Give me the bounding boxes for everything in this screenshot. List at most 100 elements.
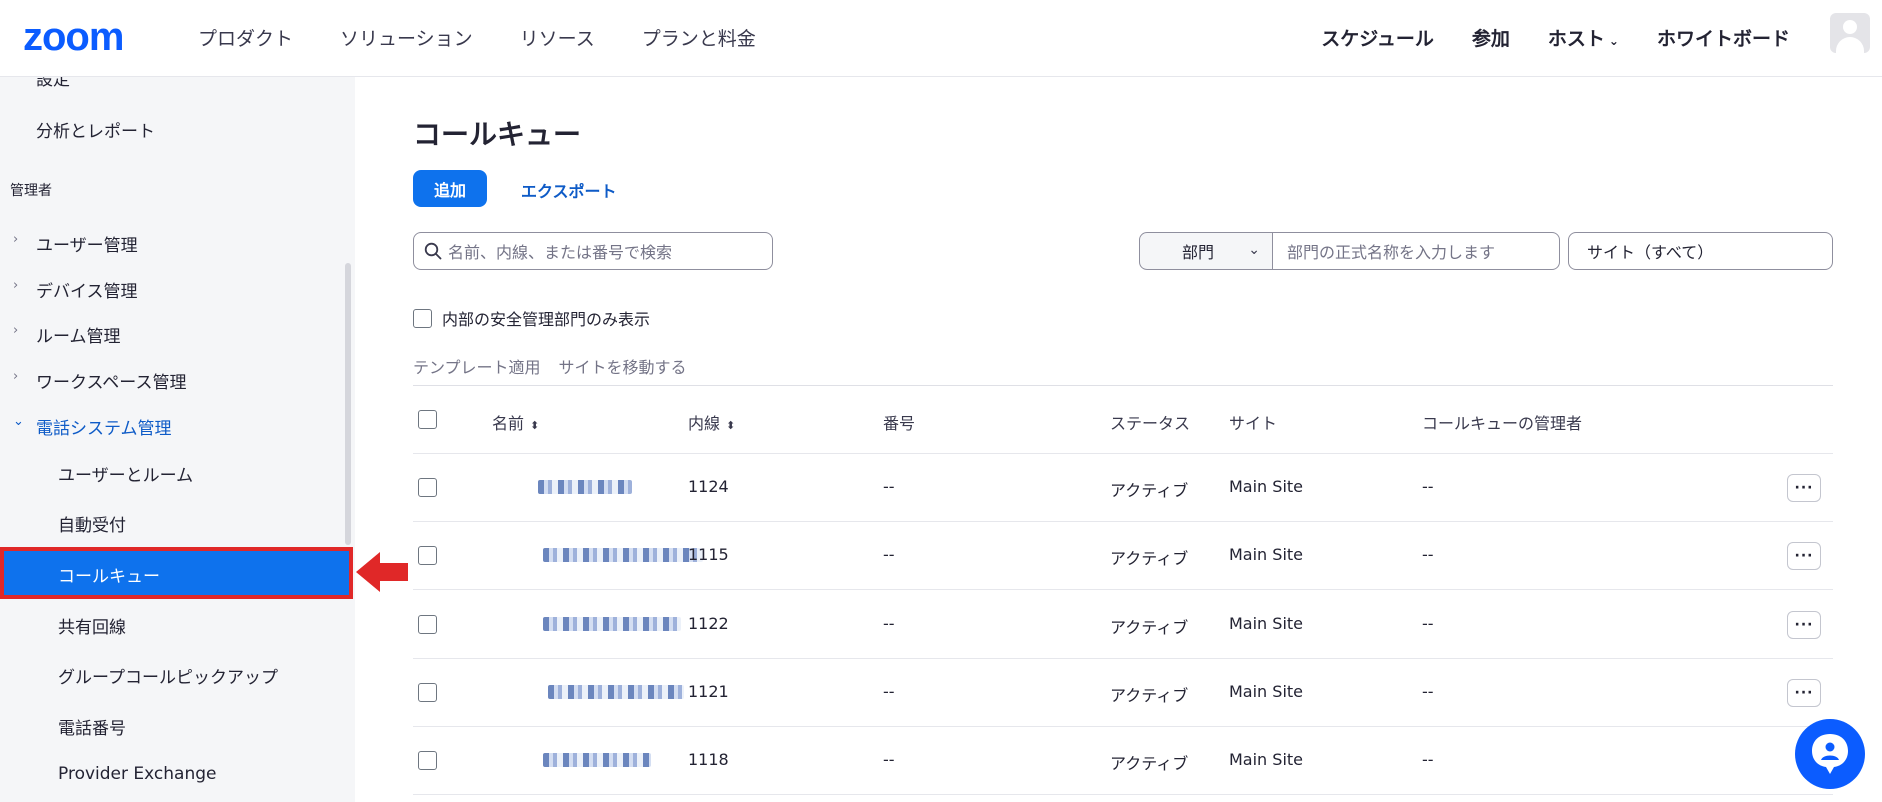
sidebar: 設定 分析とレポート 管理者 › ユーザー管理 › デバイス管理 › ルーム管理…	[0, 77, 355, 802]
row-checkbox[interactable]	[418, 751, 437, 770]
nav-join[interactable]: 参加	[1472, 24, 1510, 51]
sidebar-item-analytics[interactable]: 分析とレポート	[36, 117, 155, 142]
nav-schedule[interactable]: スケジュール	[1321, 24, 1434, 51]
nav-host[interactable]: ホスト ⌄	[1548, 24, 1619, 51]
row-checkbox[interactable]	[418, 546, 437, 565]
row-extension: 1115	[688, 545, 729, 564]
table-header: 名前 ⬍ 内線 ⬍ 番号 ステータス サイト コールキューの管理者	[413, 386, 1833, 454]
zoom-logo[interactable]: zoom	[23, 14, 124, 60]
sidebar-section-admin: 管理者	[10, 183, 52, 199]
row-extension: 1121	[688, 682, 729, 701]
select-all-checkbox[interactable]	[418, 410, 437, 429]
chevron-down-icon: ⌄	[1608, 34, 1619, 48]
department-select[interactable]: 部門 ⌄	[1139, 232, 1273, 270]
sidebar-item-user-management[interactable]: ユーザー管理	[36, 231, 138, 256]
sidebar-item-device-management[interactable]: デバイス管理	[36, 277, 138, 302]
table-row[interactable]: 1121 -- アクティブ Main Site -- ···	[413, 659, 1833, 727]
redacted-name[interactable]	[543, 548, 703, 562]
row-managers: --	[1422, 614, 1434, 633]
user-avatar-icon[interactable]	[1830, 13, 1870, 53]
chevron-right-icon: ›	[13, 278, 19, 293]
apply-template-action[interactable]: テンプレート適用	[413, 354, 541, 378]
row-site: Main Site	[1229, 750, 1303, 769]
chat-support-button[interactable]	[1795, 719, 1865, 789]
department-select-label: 部門	[1182, 243, 1215, 262]
top-header: zoom プロダクト ソリューション リソース プランと料金 スケジュール 参加…	[0, 0, 1882, 77]
row-status: アクティブ	[1110, 618, 1189, 637]
site-select-label: サイト（すべて）	[1587, 243, 1714, 262]
row-managers: --	[1422, 750, 1434, 769]
redacted-name[interactable]	[548, 685, 684, 699]
nav-resources[interactable]: リソース	[520, 24, 595, 51]
column-name-label: 名前	[492, 414, 525, 433]
move-site-action[interactable]: サイトを移動する	[559, 354, 687, 378]
secondary-nav: スケジュール 参加 ホスト ⌄ ホワイトボード	[1321, 24, 1790, 51]
sidebar-item-call-queues[interactable]: コールキュー	[0, 547, 353, 599]
row-number: --	[883, 750, 895, 769]
column-extension-label: 内線	[688, 414, 721, 433]
row-site: Main Site	[1229, 477, 1303, 496]
column-header-managers: コールキューの管理者	[1422, 414, 1583, 433]
sidebar-item-auto-receptionist[interactable]: 自動受付	[58, 511, 126, 536]
column-header-number: 番号	[883, 414, 916, 433]
more-options-button[interactable]: ···	[1787, 679, 1821, 707]
bulk-actions: テンプレート適用 サイトを移動する	[413, 354, 687, 378]
table-row[interactable]: 1115 -- アクティブ Main Site -- ···	[413, 522, 1833, 590]
sidebar-item-users-rooms[interactable]: ユーザーとルーム	[58, 461, 193, 486]
redacted-name[interactable]	[543, 617, 681, 631]
nav-products[interactable]: プロダクト	[198, 24, 293, 51]
sidebar-item-workspace-management[interactable]: ワークスペース管理	[36, 368, 186, 393]
row-site: Main Site	[1229, 682, 1303, 701]
sidebar-item-phone-system-management[interactable]: 電話システム管理	[36, 414, 172, 439]
redacted-name[interactable]	[538, 480, 632, 494]
department-name-input[interactable]: 部門の正式名称を入力します	[1272, 232, 1560, 270]
secure-filter-checkbox[interactable]	[413, 308, 432, 328]
sidebar-item-group-call-pickup[interactable]: グループコールピックアップ	[58, 663, 278, 688]
sidebar-scrollbar[interactable]	[345, 263, 351, 545]
more-options-button[interactable]: ···	[1787, 542, 1821, 570]
column-header-status: ステータス	[1110, 414, 1191, 433]
chevron-right-icon: ›	[13, 323, 19, 338]
row-checkbox[interactable]	[418, 683, 437, 702]
sidebar-item-provider-exchange[interactable]: Provider Exchange	[58, 764, 216, 784]
table-row[interactable]: 1124 -- アクティブ Main Site -- ···	[413, 454, 1833, 522]
site-select[interactable]: サイト（すべて）	[1568, 232, 1833, 270]
sidebar-item-settings[interactable]: 設定	[36, 77, 70, 90]
more-options-button[interactable]: ···	[1787, 474, 1821, 502]
redacted-name[interactable]	[543, 753, 651, 767]
chevron-right-icon: ›	[13, 232, 19, 247]
nav-host-label: ホスト	[1547, 28, 1605, 50]
table-row[interactable]: 1118 -- アクティブ Main Site --	[413, 727, 1833, 795]
row-managers: --	[1422, 477, 1434, 496]
secure-department-filter[interactable]: 内部の安全管理部門のみ表示	[413, 306, 650, 330]
more-options-button[interactable]: ···	[1787, 611, 1821, 639]
row-number: --	[883, 477, 895, 496]
chevron-down-icon: ⌄	[13, 414, 24, 429]
column-header-name[interactable]: 名前 ⬍	[492, 410, 539, 434]
row-status: アクティブ	[1110, 686, 1189, 705]
export-link[interactable]: エクスポート	[521, 178, 617, 202]
row-number: --	[883, 614, 895, 633]
secure-filter-label: 内部の安全管理部門のみ表示	[442, 310, 651, 329]
search-icon	[424, 242, 442, 260]
column-header-extension[interactable]: 内線 ⬍	[688, 410, 735, 434]
add-button[interactable]: 追加	[413, 170, 487, 207]
row-extension: 1118	[688, 750, 729, 769]
nav-whiteboard[interactable]: ホワイトボード	[1657, 24, 1790, 51]
page-title: コールキュー	[413, 118, 582, 151]
search-input[interactable]: 名前、内線、または番号で検索	[413, 232, 773, 270]
primary-nav: プロダクト ソリューション リソース プランと料金	[198, 24, 756, 51]
sidebar-item-shared-lines[interactable]: 共有回線	[58, 613, 126, 638]
nav-solutions[interactable]: ソリューション	[340, 24, 473, 51]
nav-pricing[interactable]: プランと料金	[642, 24, 756, 51]
table-row[interactable]: 1122 -- アクティブ Main Site -- ···	[413, 591, 1833, 659]
column-header-site: サイト	[1229, 414, 1278, 433]
row-checkbox[interactable]	[418, 615, 437, 634]
row-extension: 1122	[688, 614, 729, 633]
sidebar-item-room-management[interactable]: ルーム管理	[36, 322, 121, 347]
department-name-placeholder: 部門の正式名称を入力します	[1287, 243, 1496, 262]
row-managers: --	[1422, 682, 1434, 701]
row-checkbox[interactable]	[418, 478, 437, 497]
row-status: アクティブ	[1110, 549, 1189, 568]
sidebar-item-phone-numbers[interactable]: 電話番号	[58, 714, 126, 739]
